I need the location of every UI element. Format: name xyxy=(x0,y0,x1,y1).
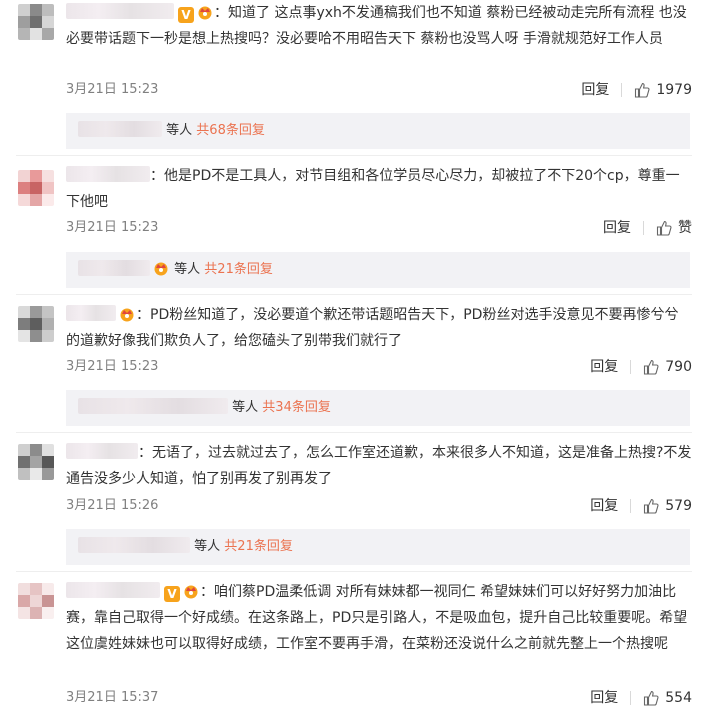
vip-crown-icon xyxy=(154,262,168,276)
divider xyxy=(630,691,632,705)
reply-button[interactable]: 回复 xyxy=(603,218,631,238)
reply-button[interactable]: 回复 xyxy=(590,688,618,708)
divider xyxy=(16,571,692,572)
replies-total-link[interactable]: 共21条回复 xyxy=(224,539,293,554)
like-button[interactable]: 赞 xyxy=(656,218,692,238)
avatar[interactable] xyxy=(18,306,54,342)
replies-prefix: 等人 xyxy=(174,262,201,277)
comment-time: 3月21日 15:37 xyxy=(66,690,159,705)
avatar[interactable] xyxy=(18,444,54,480)
thumbs-up-icon xyxy=(656,220,672,236)
replies-total-link[interactable]: 共68条回复 xyxy=(196,123,265,138)
comment-meta: 3月21日 15:23 回复 790 xyxy=(66,357,692,377)
verified-v-icon: V xyxy=(178,7,194,23)
replies-prefix: 等人 xyxy=(166,123,193,138)
thumbs-up-icon xyxy=(644,690,659,706)
like-button[interactable]: 554 xyxy=(643,688,692,708)
like-button[interactable]: 1979 xyxy=(634,80,692,100)
replies-prefix: 等人 xyxy=(232,400,259,415)
comment-meta: 3月21日 15:37 回复 554 xyxy=(66,688,692,708)
replier-names xyxy=(78,260,150,276)
comment-body: V ：知道了 这点事yxh不发通稿我们也不知道 蔡粉已经被动走完所有流程 也没必要… xyxy=(66,0,692,52)
comment-body: ：他是PD不是工具人，对节目组和各位学员尽心尽力，却被拉了不下20个cp，尊重一… xyxy=(66,163,692,215)
username[interactable] xyxy=(66,582,160,598)
vip-crown-icon xyxy=(198,6,212,20)
comment-text: ：无语了，过去就过去了，怎么工作室还道歉，本来很多人不知道，这是准备上热搜?不发… xyxy=(66,445,692,487)
divider xyxy=(630,360,632,374)
avatar[interactable] xyxy=(18,4,54,40)
verified-v-icon: V xyxy=(164,586,180,602)
comment-body: ：PD粉丝知道了，没必要道个歉还带话题昭告天下，PD粉丝对选手没意见不要再惨兮兮… xyxy=(66,302,692,354)
comment-actions: 回复 赞 xyxy=(603,218,692,238)
like-count: 790 xyxy=(665,359,692,375)
replier-names xyxy=(78,398,228,414)
divider xyxy=(16,155,692,156)
comment-text: ：PD粉丝知道了，没必要道个歉还带话题昭告天下，PD粉丝对选手没意见不要再惨兮兮… xyxy=(66,307,679,349)
like-count: 579 xyxy=(665,498,692,514)
comment-body: V ：咱们蔡PD温柔低调 对所有妹妹都一视同仁 希望妹妹们可以好好努力加油比赛，靠… xyxy=(66,579,692,657)
reply-summary[interactable]: 等人 共21条回复 xyxy=(66,252,690,288)
like-button[interactable]: 579 xyxy=(643,496,692,516)
like-count: 554 xyxy=(665,690,692,706)
username[interactable] xyxy=(66,443,138,459)
reply-button[interactable]: 回复 xyxy=(581,80,609,100)
reply-summary[interactable]: 等人 共68条回复 xyxy=(66,113,690,149)
divider xyxy=(630,499,632,513)
comment-actions: 回复 790 xyxy=(590,357,692,377)
thumbs-up-icon xyxy=(644,359,659,375)
comment-meta: 3月21日 15:26 回复 579 xyxy=(66,496,692,516)
comment-time: 3月21日 15:23 xyxy=(66,82,159,97)
comment-meta: 3月21日 15:23 回复 1979 xyxy=(66,80,692,100)
like-button[interactable]: 790 xyxy=(643,357,692,377)
comment-actions: 回复 1979 xyxy=(581,80,692,100)
username[interactable] xyxy=(66,3,174,19)
comment-time: 3月21日 15:23 xyxy=(66,359,159,374)
replies-prefix: 等人 xyxy=(194,539,221,554)
username[interactable] xyxy=(66,166,150,182)
comment-meta: 3月21日 15:23 回复 赞 xyxy=(66,218,692,238)
comment-actions: 回复 579 xyxy=(590,496,692,516)
thumbs-up-icon xyxy=(644,498,659,514)
reply-button[interactable]: 回复 xyxy=(590,496,618,516)
reply-button[interactable]: 回复 xyxy=(590,357,618,377)
comment-text: ：他是PD不是工具人，对节目组和各位学员尽心尽力，却被拉了不下20个cp，尊重一… xyxy=(66,168,680,210)
like-count: 1979 xyxy=(656,82,692,98)
vip-crown-icon xyxy=(184,585,198,599)
replier-names xyxy=(78,121,162,137)
comment-actions: 回复 554 xyxy=(590,688,692,708)
reply-summary[interactable]: 等人 共34条回复 xyxy=(66,390,690,426)
vip-crown-icon xyxy=(120,308,134,322)
divider xyxy=(16,432,692,433)
divider xyxy=(16,294,692,295)
replies-total-link[interactable]: 共34条回复 xyxy=(262,400,331,415)
divider xyxy=(643,221,644,235)
username[interactable] xyxy=(66,305,116,321)
avatar[interactable] xyxy=(18,583,54,619)
thumbs-up-icon xyxy=(635,82,650,98)
reply-summary[interactable]: 等人 共21条回复 xyxy=(66,529,690,565)
comment-body: ：无语了，过去就过去了，怎么工作室还道歉，本来很多人不知道，这是准备上热搜?不发… xyxy=(66,440,692,492)
comment-time: 3月21日 15:26 xyxy=(66,498,159,513)
like-count: 赞 xyxy=(678,220,692,236)
replier-names xyxy=(78,537,190,553)
divider xyxy=(621,83,623,97)
avatar[interactable] xyxy=(18,170,54,206)
replies-total-link[interactable]: 共21条回复 xyxy=(204,262,273,277)
comment-time: 3月21日 15:23 xyxy=(66,220,159,235)
